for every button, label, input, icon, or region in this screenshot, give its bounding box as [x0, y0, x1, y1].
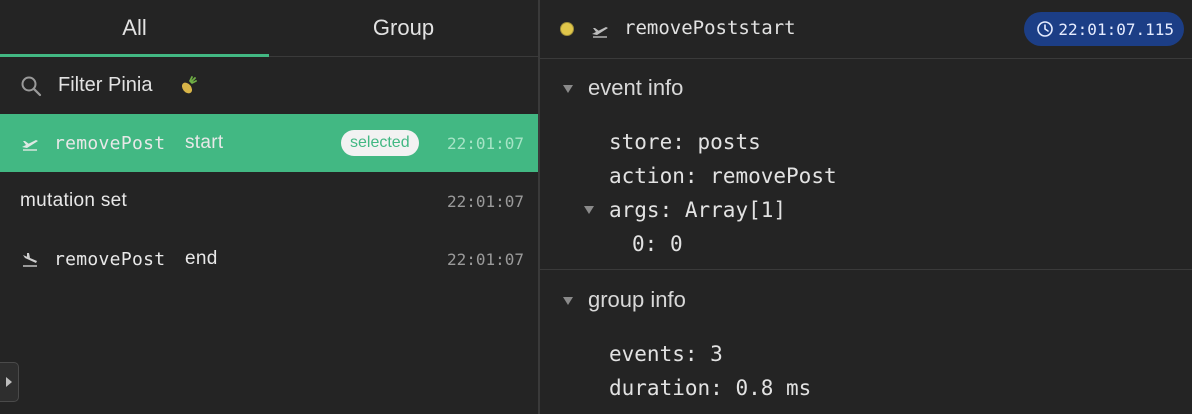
event-row-removepost-end[interactable]: removePost end 22:01:07: [0, 230, 538, 288]
event-row-removepost-start[interactable]: removePost start selected 22:01:07: [0, 114, 538, 172]
kv-events: events: 3: [609, 342, 723, 366]
tab-all[interactable]: All: [0, 0, 269, 56]
section-title: group info: [588, 287, 686, 312]
tab-group-label: Group: [372, 15, 435, 40]
collapse-triangle-icon[interactable]: [584, 206, 594, 214]
group-info-section: group info events: 3 duration: 0.8 ms: [540, 270, 1192, 414]
detail-header: removePoststart 22:01:07.115: [540, 0, 1192, 59]
timeline-events-pane: All Group removePost start sel: [0, 0, 538, 414]
filter-bar: [0, 57, 538, 115]
timestamp-badge: 22:01:07.115: [1024, 12, 1184, 46]
detail-title: removePoststart: [624, 17, 796, 39]
kv-arg-0: 0: 0: [632, 232, 683, 256]
timestamp-text: 22:01:07.115: [1058, 19, 1174, 39]
kv-duration: duration: 0.8 ms: [609, 376, 812, 400]
filter-input[interactable]: [56, 73, 176, 98]
event-detail-pane: removePoststart 22:01:07.115 event info …: [540, 0, 1192, 414]
collapse-triangle-icon[interactable]: [563, 85, 573, 93]
event-info-section: event info store: posts action: removePo…: [540, 58, 1192, 270]
tabs-bar: All Group: [0, 0, 538, 57]
search-icon: [21, 76, 42, 96]
event-name: mutation set: [20, 190, 128, 211]
event-row-mutation-set[interactable]: mutation set 22:01:07: [0, 172, 538, 230]
clock-icon: [1037, 21, 1054, 37]
event-time: 22:01:07: [446, 249, 524, 269]
event-time: 22:01:07: [446, 191, 524, 211]
event-name: removePost: [54, 132, 166, 154]
pineapple-icon: [181, 75, 197, 93]
event-name: removePost: [54, 248, 166, 270]
plane-takeoff-icon: [22, 140, 38, 151]
collapse-pane-button[interactable]: [0, 362, 19, 402]
section-title: event info: [588, 75, 684, 100]
kv-action: action: removePost: [609, 164, 837, 188]
status-dot: [560, 22, 574, 36]
selected-badge: selected: [341, 130, 419, 156]
kv-store: store: posts: [609, 130, 761, 154]
chevron-right-icon: [6, 377, 12, 387]
tab-all-label: All: [122, 15, 147, 40]
plane-landing-icon: [23, 253, 37, 267]
tab-group[interactable]: Group: [269, 0, 538, 56]
event-time: 22:01:07: [446, 133, 524, 153]
pinia-devtools: All Group removePost start sel: [0, 0, 1192, 414]
event-suffix: end: [185, 248, 218, 269]
collapse-triangle-icon[interactable]: [563, 297, 573, 305]
kv-args: args: Array[1]: [609, 198, 787, 222]
event-suffix: start: [185, 132, 224, 153]
plane-takeoff-icon: [592, 27, 608, 38]
